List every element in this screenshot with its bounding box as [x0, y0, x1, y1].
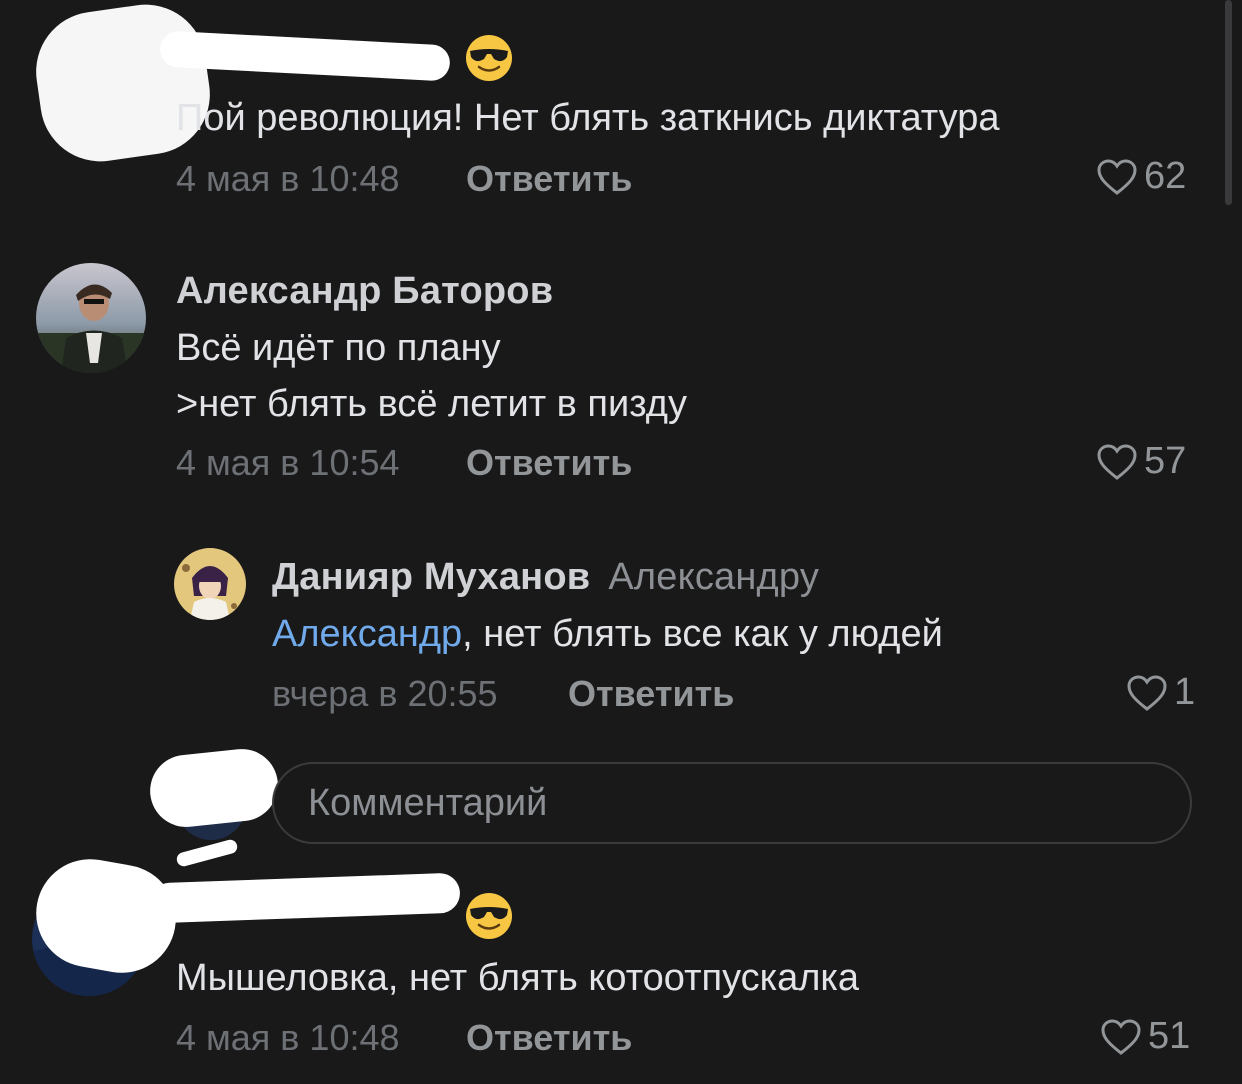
sunglasses-emoji-icon: [466, 893, 512, 939]
reply-button[interactable]: Ответить: [466, 158, 632, 200]
like-count: 57: [1144, 440, 1187, 482]
avatar[interactable]: [36, 263, 146, 373]
avatar[interactable]: [174, 548, 246, 620]
author-name[interactable]: Данияр Муханов: [272, 556, 590, 598]
redaction-scribble: [175, 838, 239, 868]
redaction-scribble: [149, 872, 461, 924]
comment-timestamp: 4 мая в 10:48: [176, 1017, 400, 1058]
sunglasses-emoji-icon: [466, 35, 512, 81]
comment-timestamp: 4 мая в 10:54: [176, 442, 400, 483]
redaction-scribble: [146, 745, 282, 831]
heart-outline-icon: [1127, 674, 1167, 711]
like-count: 51: [1148, 1015, 1191, 1057]
scrollbar[interactable]: [1225, 0, 1232, 205]
comment-text-body: , нет блять все как у людей: [462, 613, 943, 655]
like-button[interactable]: 51: [1100, 1015, 1190, 1058]
reply-button[interactable]: Ответить: [466, 1017, 632, 1059]
comment-text: Мышеловка, нет блять котоотпускалка: [176, 957, 860, 999]
like-count: 1: [1174, 671, 1196, 713]
reply-button[interactable]: Ответить: [568, 673, 734, 715]
comment-timestamp: вчера в 20:55: [272, 673, 498, 714]
comment-input[interactable]: Комментарий: [272, 762, 1192, 844]
reply-target[interactable]: Александру: [608, 556, 819, 598]
like-button[interactable]: 1: [1126, 671, 1195, 714]
comments-screen: Пой революция! Нет блять заткнись диктат…: [0, 0, 1242, 1084]
heart-outline-icon: [1101, 1018, 1141, 1055]
comment-author[interactable]: Данияр Муханов Александру: [272, 556, 819, 599]
like-count: 62: [1144, 155, 1187, 197]
comment-text-line: >нет блять всё летит в пизду: [176, 383, 687, 425]
heart-outline-icon: [1097, 443, 1137, 480]
comment-timestamp: 4 мая в 10:48: [176, 158, 400, 199]
comment-author[interactable]: Александр Баторов: [176, 270, 553, 313]
comment-input-placeholder: Комментарий: [308, 782, 548, 824]
mention-link[interactable]: Александр: [272, 613, 462, 655]
like-button[interactable]: 57: [1096, 440, 1186, 483]
reply-button[interactable]: Ответить: [466, 442, 632, 484]
comment-text: Александр, нет блять все как у людей: [272, 606, 943, 662]
like-button[interactable]: 62: [1096, 155, 1186, 198]
comment-text-line: Всё идёт по плану: [176, 327, 501, 369]
comment-text: Пой революция! Нет блять заткнись диктат…: [176, 97, 1000, 139]
heart-outline-icon: [1097, 158, 1137, 195]
